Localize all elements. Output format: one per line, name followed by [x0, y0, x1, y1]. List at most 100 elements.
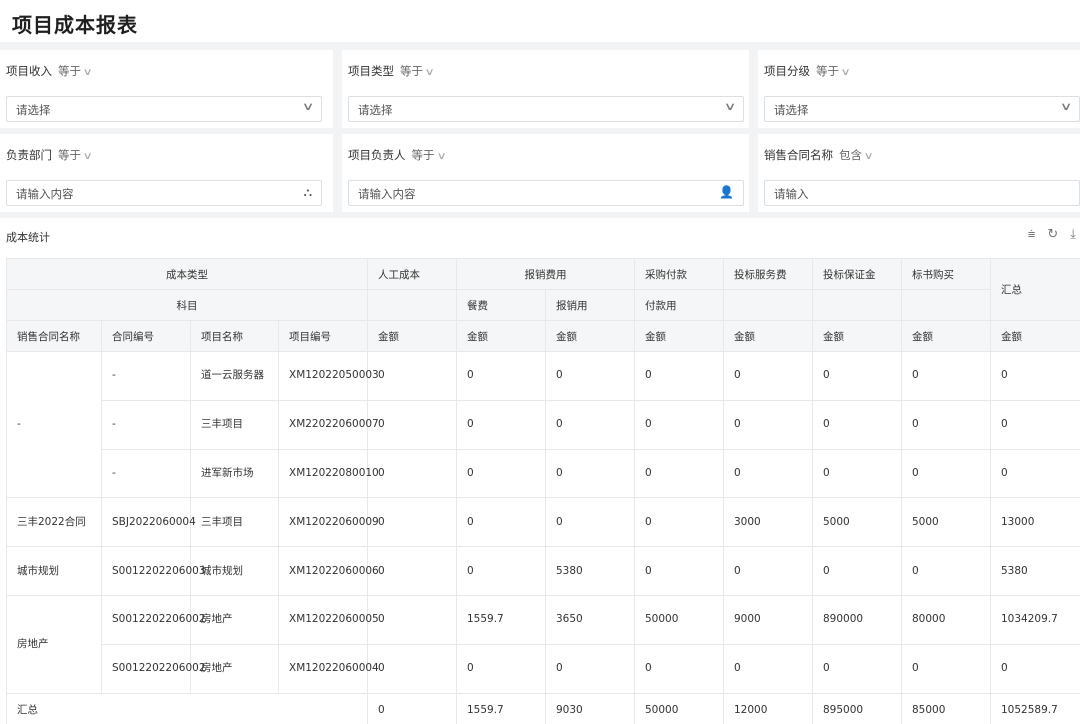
cell-project-no: XM12022060009 — [278, 497, 379, 548]
filter-operator[interactable]: 等于 ∨ — [816, 64, 851, 78]
chevron-down-icon: ∨ — [424, 67, 435, 78]
header-subject: 科目 — [6, 289, 368, 321]
filter-label-text: 项目收入 — [6, 64, 52, 78]
cell-contract-no: S0012202206002 — [101, 594, 206, 645]
column-header: 金额 — [634, 320, 724, 352]
chevron-down-icon: ∨ — [436, 151, 447, 162]
cost-table: 成本类型 人工成本 报销费用 采购付款 投标服务费 投标保证金 标书购买 汇总 … — [6, 258, 1080, 724]
filter-operator[interactable]: 等于 ∨ — [58, 64, 93, 78]
chevron-down-icon: ∨ — [840, 67, 851, 78]
cell-amount: 3650 — [545, 594, 635, 645]
cell-project-name: 三丰项目 — [190, 399, 279, 450]
table-row[interactable]: 房地产 S0012202206002 房地产 XM12022060005 0 1559.7… — [6, 594, 1080, 694]
cell-amount: 0 — [901, 448, 991, 499]
cell-amount: 0 — [634, 351, 724, 401]
cell-amount: 0 — [456, 497, 546, 548]
cell-amount: 0 — [901, 643, 991, 694]
filter-placeholder: 请输入内容 — [358, 187, 416, 201]
cell-project-name: 房地产 — [190, 594, 279, 645]
filter-placeholder: 请选择 — [774, 103, 809, 117]
filter-input[interactable]: 请选择 ∨ — [6, 96, 322, 122]
cell-amount: 0 — [723, 399, 813, 450]
filter-label: 项目类型 等于 ∨ — [348, 63, 435, 79]
filter-card: 项目负责人 等于 ∨ 请输入内容 👤 — [342, 134, 749, 212]
cell-amount: 0 — [634, 643, 724, 694]
filter-input[interactable]: 请选择 ∨ — [348, 96, 744, 122]
header-cost-type: 成本类型 — [6, 258, 368, 290]
cell-amount: 13000 — [990, 497, 1080, 548]
table-row[interactable]: 三丰2022合同 SBJ2022060004 三丰项目 XM12022060009 0 0… — [6, 497, 1080, 548]
cell-project-no: XM12022080010 — [278, 448, 379, 499]
user-icon: 👤 — [719, 185, 734, 199]
cell-amount: 0 — [367, 643, 457, 694]
column-header: 金额 — [812, 320, 902, 352]
header-bid-deposit: 投标保证金 — [812, 258, 902, 290]
total-amount: 1559.7 — [456, 692, 546, 724]
filter-operator[interactable]: 包含 ∨ — [839, 148, 874, 162]
filter-input[interactable]: 请选择 ∨ — [764, 96, 1080, 122]
filter-operator[interactable]: 等于 ∨ — [411, 148, 447, 162]
filter-operator[interactable]: 等于 ∨ — [400, 64, 435, 78]
cell-amount: 0 — [723, 546, 813, 596]
cell-amount: 0 — [990, 351, 1080, 401]
cell-contract-no: SBJ2022060004 — [101, 497, 196, 548]
filter-input[interactable]: 请输入 — [764, 180, 1080, 206]
column-header: 金额 — [367, 320, 457, 352]
cell-amount: 0 — [901, 351, 991, 401]
total-label: 汇总 — [6, 692, 368, 724]
filter-operator-text: 等于 — [411, 148, 435, 162]
cell-amount: 1559.7 — [456, 594, 546, 645]
cell-contract-name: - — [6, 350, 102, 499]
cell-amount: 0 — [367, 546, 457, 596]
header-labor: 人工成本 — [367, 258, 457, 290]
cell-amount: 0 — [723, 351, 813, 401]
filter-operator-text: 等于 — [816, 64, 839, 78]
cell-amount: 3000 — [723, 497, 813, 548]
chevron-down-icon: ∨ — [82, 151, 93, 162]
filter-placeholder: 请输入 — [774, 187, 809, 201]
cell-contract-name: 房地产 — [6, 594, 102, 694]
cell-amount: 0 — [367, 594, 457, 645]
filter-input[interactable]: 请输入内容 ⛬ — [6, 180, 322, 206]
cell-amount: 0 — [545, 351, 635, 401]
cell-amount: 0 — [634, 546, 724, 596]
cell-amount: 0 — [456, 448, 546, 499]
filter-placeholder: 请选择 — [16, 103, 51, 117]
filter-icon[interactable]: ⩧ — [1028, 227, 1036, 242]
chevron-down-icon: ∨ — [723, 100, 737, 113]
cell-project-no: XM12022060004 — [278, 643, 379, 694]
cell-project-no: XM12022060005 — [278, 594, 379, 645]
chevron-down-icon: ∨ — [1059, 100, 1073, 113]
cell-project-name: 城市规划 — [190, 546, 279, 596]
filter-operator[interactable]: 等于 ∨ — [58, 148, 93, 162]
cell-project-name: 道一云服务器 — [190, 351, 279, 401]
filter-operator-text: 等于 — [400, 64, 423, 78]
filter-placeholder: 请输入内容 — [16, 187, 74, 201]
chevron-down-icon: ∨ — [301, 100, 315, 113]
cell-amount: 0 — [812, 643, 902, 694]
cell-contract-no: S0012202206003 — [101, 546, 206, 596]
cell-amount: 0 — [545, 497, 635, 548]
table-row[interactable]: 城市规划 S0012202206003 城市规划 XM12022060006 0 0 538… — [6, 546, 1080, 596]
table-row[interactable]: - 进军新市场 XM12022080010 0 0 0 0 0 0 0 0 — [7, 448, 1080, 499]
chevron-down-icon: ∨ — [82, 67, 93, 78]
filter-input[interactable]: 请输入内容 👤 — [348, 180, 744, 206]
column-header: 金额 — [990, 320, 1080, 352]
download-icon[interactable]: ⤓ — [1070, 227, 1076, 242]
refresh-icon[interactable]: ↻ — [1047, 227, 1058, 242]
cell-amount: 0 — [723, 448, 813, 499]
table-row[interactable]: - - 道一云服务器 XM12022050003 0 0 0 0 0 0 0 0 — [6, 350, 1080, 499]
cell-amount: 0 — [990, 643, 1080, 694]
filter-card: 项目分级 等于 ∨ 请选择 ∨ — [758, 50, 1080, 128]
filter-label: 项目负责人 等于 ∨ — [348, 147, 447, 163]
cell-amount: 0 — [545, 448, 635, 499]
total-amount: 0 — [367, 692, 457, 724]
header-pay-use: 付款用 — [634, 289, 724, 321]
cell-amount: 1034209.7 — [990, 594, 1080, 645]
cell-amount: 5380 — [990, 546, 1080, 596]
table-row[interactable]: S0012202206002 房地产 XM12022060004 0 0 0 0 0 0 0 0 — [7, 643, 1080, 694]
table-row[interactable]: - 三丰项目 XM22022060007 0 0 0 0 0 0 0 0 — [7, 399, 1080, 450]
filter-card: 项目收入 等于 ∨ 请选择 ∨ — [0, 50, 333, 128]
chevron-down-icon: ∨ — [863, 151, 874, 162]
cell-amount: 0 — [901, 546, 991, 596]
